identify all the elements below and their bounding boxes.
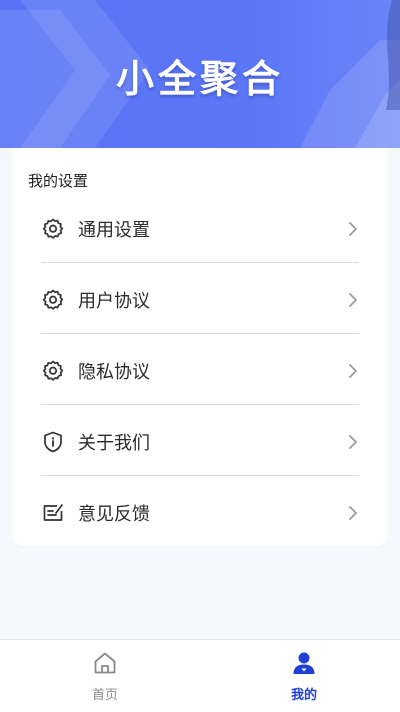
menu-item-general-settings[interactable]: 通用设置 [40, 193, 360, 264]
divider [41, 262, 359, 263]
gear-icon [40, 358, 66, 384]
tab-home[interactable]: 首页 [75, 650, 135, 706]
divider [41, 475, 359, 476]
settings-card: 我的设置 通用设置 用户协议 隐私协议 关于我们 意见反馈 [12, 148, 388, 546]
divider [41, 404, 359, 405]
menu-item-about-us[interactable]: 关于我们 [40, 406, 360, 477]
chevron-right-icon [346, 292, 360, 307]
feedback-icon [40, 500, 66, 526]
menu-item-privacy-policy[interactable]: 隐私协议 [40, 335, 360, 406]
tab-label: 我的 [290, 688, 317, 703]
header-banner: 小全聚合 [0, 0, 400, 148]
menu-item-feedback[interactable]: 意见反馈 [40, 477, 360, 548]
chevron-right-icon [346, 505, 360, 520]
shield-info-icon [40, 429, 66, 455]
menu-item-label: 用户协议 [78, 290, 150, 312]
menu-item-label: 关于我们 [78, 432, 150, 454]
gear-icon [40, 216, 66, 242]
menu-item-user-agreement[interactable]: 用户协议 [40, 264, 360, 335]
menu-item-label: 意见反馈 [78, 503, 150, 525]
chevron-right-icon [346, 221, 360, 236]
menu-item-label: 通用设置 [78, 219, 150, 241]
chevron-right-icon [346, 434, 360, 449]
menu-item-label: 隐私协议 [78, 361, 150, 383]
tab-label: 首页 [91, 688, 118, 703]
chevron-right-icon [346, 363, 360, 378]
app-title: 小全聚合 [115, 57, 284, 101]
user-icon [291, 650, 317, 680]
tab-mine[interactable]: 我的 [274, 650, 334, 706]
home-icon [92, 650, 118, 680]
bottom-tab-bar: 首页 我的 [0, 639, 400, 712]
gear-icon [40, 287, 66, 313]
divider [41, 333, 359, 334]
settings-section-title: 我的设置 [28, 172, 89, 190]
